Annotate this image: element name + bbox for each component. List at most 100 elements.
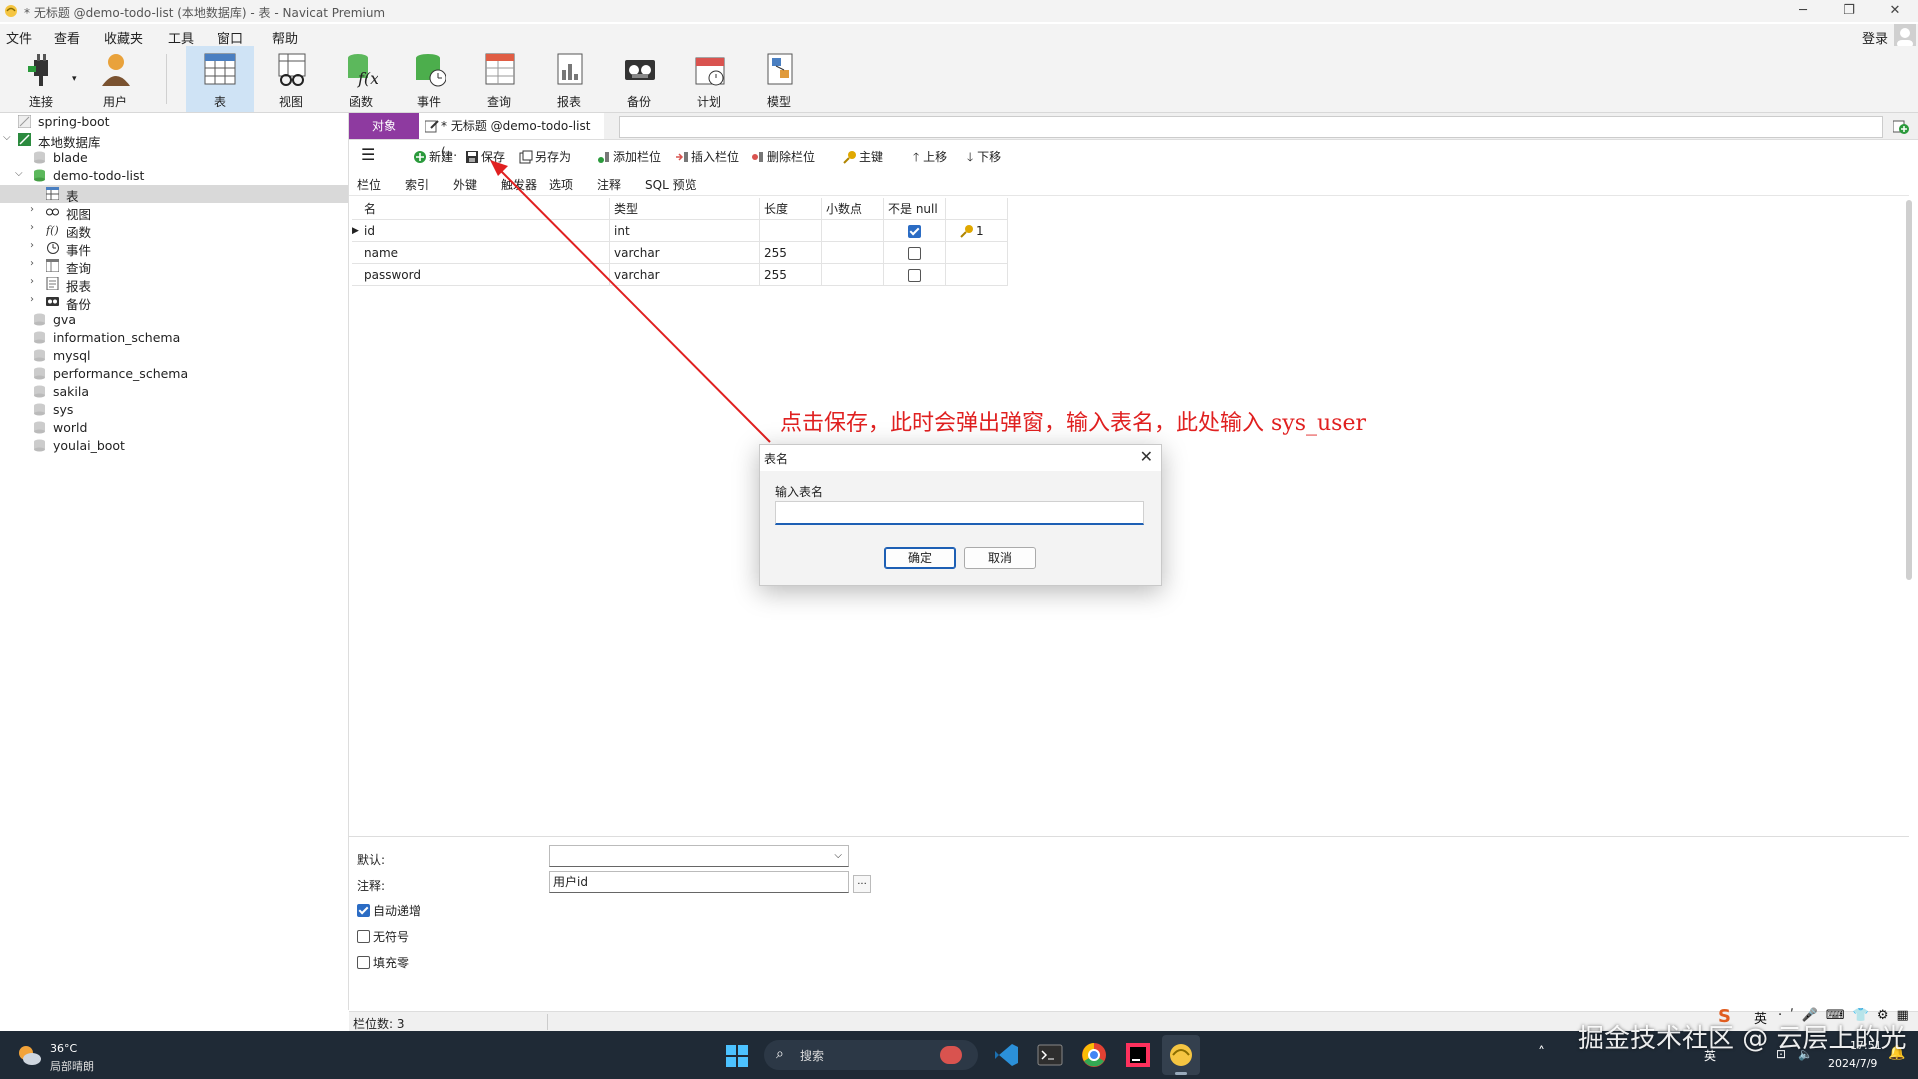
new-object-icon[interactable] bbox=[1893, 118, 1909, 134]
table-name-dialog: 表名 ✕ 输入表名 确定 取消 bbox=[759, 444, 1162, 586]
weather-icon[interactable] bbox=[16, 1043, 42, 1067]
col-header-key[interactable] bbox=[946, 198, 1008, 220]
tree-item-information-schema[interactable]: information_schema bbox=[0, 329, 348, 347]
tree-item-blade[interactable]: blade bbox=[0, 149, 348, 167]
menu-view[interactable]: 查看 bbox=[54, 28, 80, 47]
ok-button[interactable]: 确定 bbox=[884, 547, 956, 569]
chrome-icon[interactable] bbox=[1080, 1041, 1108, 1069]
chevron-down-icon[interactable]: ⌵ bbox=[3, 132, 11, 143]
tree-item-events[interactable]: › 事件 bbox=[0, 239, 348, 258]
chevron-right-icon[interactable]: › bbox=[30, 204, 34, 215]
primary-key-button[interactable]: 主键 bbox=[843, 148, 883, 166]
menu-tools[interactable]: 工具 bbox=[168, 28, 194, 47]
chevron-down-icon[interactable]: ⌵ bbox=[15, 168, 23, 179]
chevron-right-icon[interactable]: › bbox=[30, 276, 34, 287]
chevron-right-icon[interactable]: › bbox=[30, 258, 34, 269]
toolbar-user-button[interactable]: 用户 bbox=[86, 46, 144, 112]
tree-item-backups[interactable]: › 备份 bbox=[0, 293, 348, 312]
tree-item-demo-todo-list[interactable]: ⌵ demo-todo-list bbox=[0, 167, 348, 185]
tree-item-spring-boot[interactable]: spring-boot bbox=[0, 113, 348, 131]
cell-decimals[interactable] bbox=[822, 242, 884, 264]
tree-item-sys[interactable]: sys bbox=[0, 401, 348, 419]
windows-start-icon[interactable] bbox=[726, 1045, 748, 1067]
subtab-indexes[interactable]: 索引 bbox=[405, 176, 429, 193]
navicat-logo-icon bbox=[5, 5, 17, 17]
navicat-taskbar-button[interactable] bbox=[1162, 1035, 1200, 1075]
default-label: 默认: bbox=[357, 853, 386, 867]
tree-item-queries[interactable]: › 查询 bbox=[0, 257, 348, 276]
field-count: 栏位数: 3 bbox=[353, 1017, 405, 1031]
cancel-button[interactable]: 取消 bbox=[964, 547, 1036, 569]
toolbar-table-button[interactable]: 表 bbox=[186, 46, 254, 112]
vertical-scrollbar[interactable] bbox=[1906, 200, 1912, 580]
hamburger-menu-icon[interactable]: ☰ bbox=[361, 145, 375, 164]
database-icon bbox=[34, 385, 45, 398]
toolbar-function-button[interactable]: f(x) 函数 bbox=[332, 46, 390, 112]
menu-help[interactable]: 帮助 bbox=[272, 28, 298, 47]
tree-item-youlai-boot[interactable]: youlai_boot bbox=[0, 437, 348, 455]
close-window-button[interactable]: ✕ bbox=[1872, 0, 1918, 22]
toolbar-event-button[interactable]: 事件 bbox=[400, 46, 458, 112]
tab-objects[interactable]: 对象 bbox=[349, 113, 419, 139]
tree-item-sakila[interactable]: sakila bbox=[0, 383, 348, 401]
zerofill-label: 填充零 bbox=[373, 956, 410, 970]
tray-chevron-up-icon[interactable]: ˄ bbox=[1538, 1045, 1545, 1061]
tree-item-reports[interactable]: › 报表 bbox=[0, 275, 348, 294]
vscode-icon[interactable] bbox=[992, 1041, 1020, 1069]
tree-item-gva[interactable]: gva bbox=[0, 311, 348, 329]
subtab-fields[interactable]: 栏位 bbox=[357, 176, 381, 193]
default-select[interactable]: ⌵ bbox=[549, 845, 849, 867]
toolbar-view-button[interactable]: 视图 bbox=[262, 46, 320, 112]
move-up-button[interactable]: 🡑 上移 bbox=[913, 148, 947, 166]
tab-untitled-table[interactable]: * 无标题 @demo-todo-list (... bbox=[419, 113, 604, 159]
toolbar-connect-button[interactable]: 连接 bbox=[12, 46, 70, 112]
toolbar-schedule-button[interactable]: 计划 bbox=[680, 46, 738, 112]
unsigned-checkbox[interactable] bbox=[357, 930, 370, 943]
tab-filter-area[interactable] bbox=[619, 116, 1883, 138]
move-down-button[interactable]: 🡓 下移 bbox=[967, 148, 1001, 166]
toolbar-backup-button[interactable]: 备份 bbox=[610, 46, 668, 112]
connect-dropdown-icon[interactable]: ▾ bbox=[72, 74, 77, 84]
intellij-icon[interactable] bbox=[1124, 1041, 1152, 1069]
tree-item-performance-schema[interactable]: performance_schema bbox=[0, 365, 348, 383]
new-button[interactable]: 新建 bbox=[413, 148, 453, 166]
cell-decimals[interactable] bbox=[822, 264, 884, 286]
table-name-input[interactable] bbox=[775, 501, 1144, 525]
tree-item-mysql[interactable]: mysql bbox=[0, 347, 348, 365]
comment-more-button[interactable]: ... bbox=[853, 875, 871, 893]
chevron-right-icon[interactable]: › bbox=[30, 240, 34, 251]
menu-file[interactable]: 文件 bbox=[6, 28, 32, 47]
col-header-not-null[interactable]: 不是 null bbox=[884, 198, 946, 220]
not-null-checkbox[interactable] bbox=[908, 247, 921, 260]
comment-field[interactable]: 用户id bbox=[549, 871, 849, 893]
tab-bar: 对象 * 无标题 @demo-todo-list (... bbox=[349, 113, 1918, 159]
toolbar-query-button[interactable]: 查询 bbox=[470, 46, 528, 112]
chevron-right-icon[interactable]: › bbox=[30, 222, 34, 233]
tree-item-world[interactable]: world bbox=[0, 419, 348, 437]
restore-button[interactable]: ❐ bbox=[1826, 0, 1872, 22]
tree-item-views[interactable]: › 视图 bbox=[0, 203, 348, 222]
toolbar-model-button[interactable]: 模型 bbox=[750, 46, 808, 112]
chevron-right-icon[interactable]: › bbox=[30, 294, 34, 305]
cell-decimals[interactable] bbox=[822, 220, 884, 242]
login-link[interactable]: 登录 bbox=[1862, 28, 1888, 47]
col-header-decimals[interactable]: 小数点 bbox=[822, 198, 884, 220]
toolbar-report-button[interactable]: 报表 bbox=[540, 46, 598, 112]
tree-item-tables[interactable]: 表 bbox=[0, 185, 348, 204]
table-icon bbox=[204, 53, 236, 85]
menu-favorites[interactable]: 收藏夹 bbox=[104, 28, 143, 47]
avatar-icon[interactable] bbox=[1894, 24, 1916, 48]
chevron-down-icon: ⌵ bbox=[834, 850, 842, 861]
tree-item-local-db[interactable]: ⌵ 本地数据库 bbox=[0, 131, 348, 150]
close-icon[interactable]: ✕ bbox=[1140, 447, 1153, 466]
not-null-checkbox[interactable] bbox=[908, 269, 921, 282]
tree-item-functions[interactable]: › f() 函数 bbox=[0, 221, 348, 240]
subtab-foreign-keys[interactable]: 外键 bbox=[453, 176, 477, 193]
menu-window[interactable]: 窗口 bbox=[217, 28, 243, 47]
terminal-icon[interactable] bbox=[1036, 1041, 1064, 1069]
zerofill-checkbox[interactable] bbox=[357, 956, 370, 969]
minimize-button[interactable]: ─ bbox=[1780, 0, 1826, 22]
not-null-checkbox[interactable] bbox=[908, 225, 921, 238]
taskbar-search[interactable]: ⌕ 搜索 bbox=[764, 1040, 978, 1070]
auto-increment-checkbox[interactable] bbox=[357, 904, 370, 917]
